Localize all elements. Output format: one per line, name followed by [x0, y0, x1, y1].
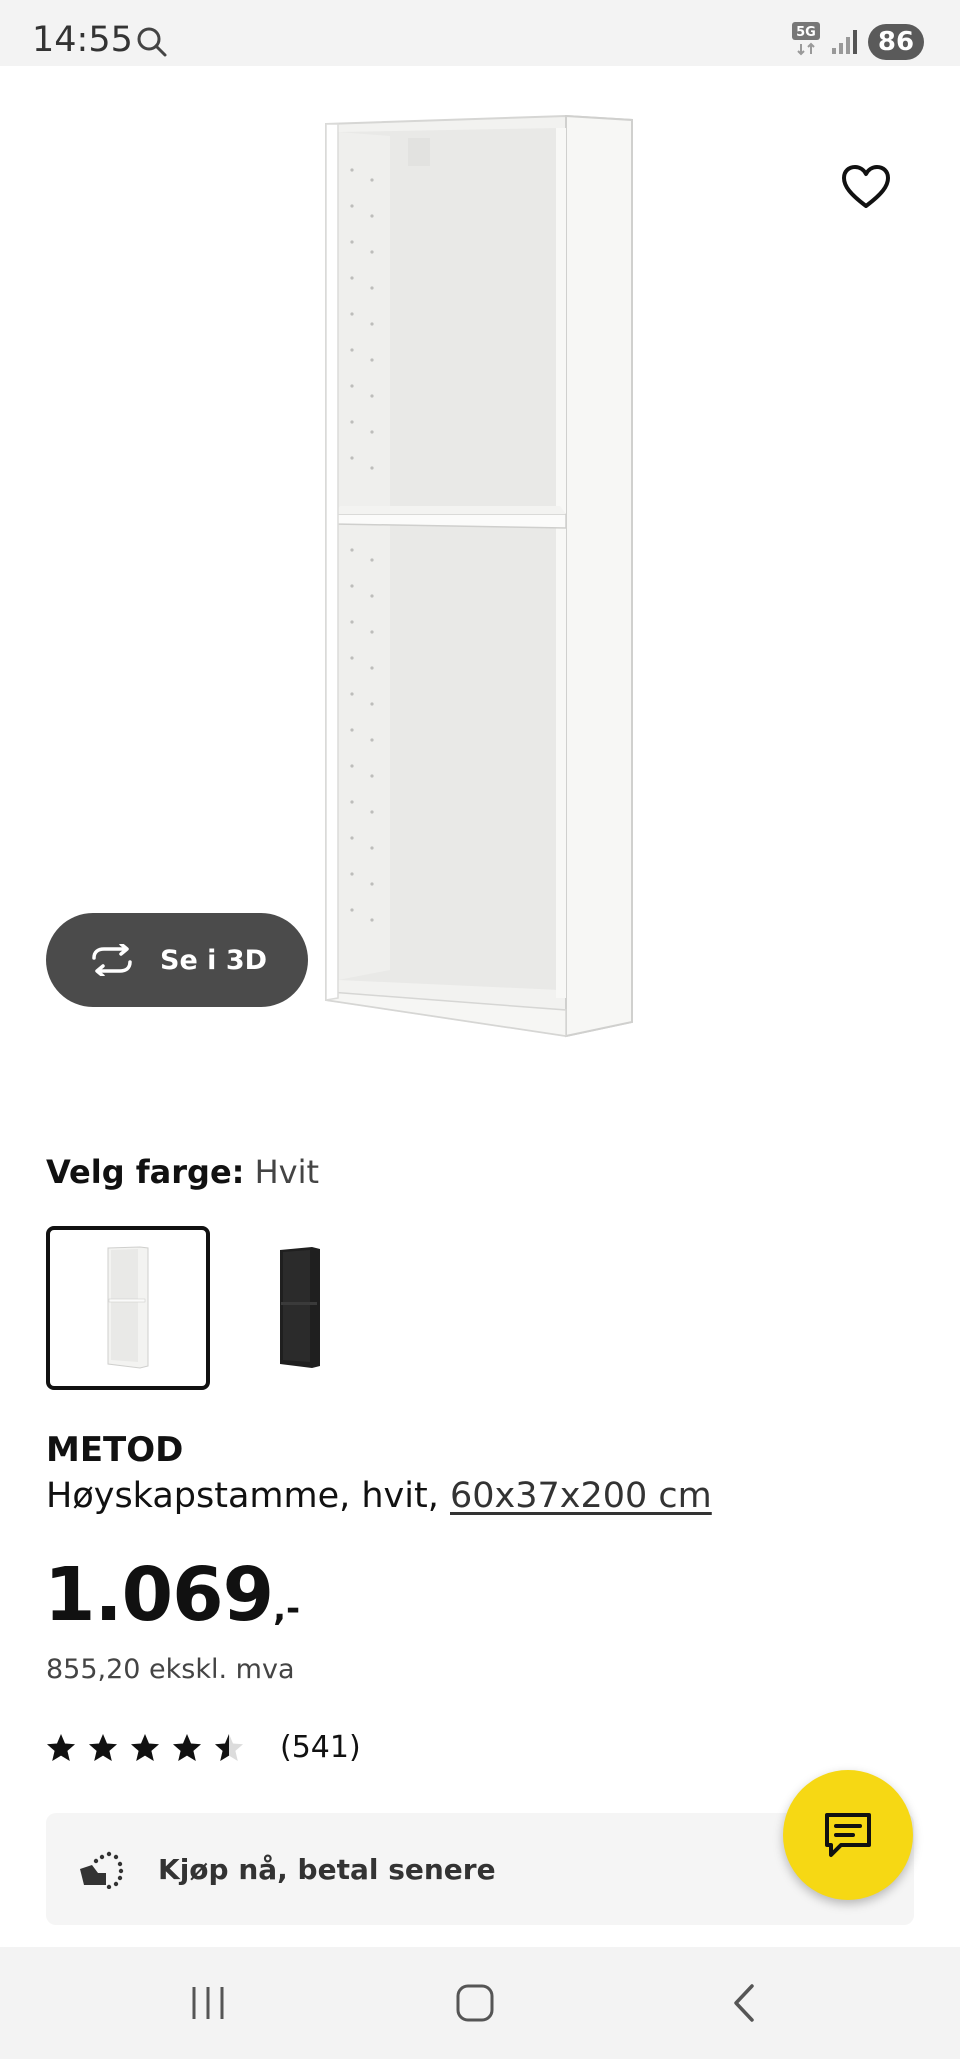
product-dimensions-link[interactable]: 60x37x200 cm [450, 1476, 712, 1516]
system-nav-bar [0, 1947, 960, 2059]
pay-later-label: Kjøp nå, betal senere [158, 1852, 496, 1886]
color-selector-label: Velg farge: Hvit [46, 1153, 319, 1191]
recent-apps-icon[interactable] [188, 1985, 228, 2021]
chat-button[interactable] [783, 1770, 913, 1900]
battery-indicator: 86 [868, 24, 924, 60]
rating-star [173, 1733, 201, 1761]
product-price: 1.069,- [44, 1552, 300, 1638]
network-5g-icon: 5G [792, 22, 820, 56]
product-name: METOD [46, 1430, 184, 1470]
status-bar: 14:55 5G 86 [0, 0, 960, 66]
rating-count: (541) [280, 1730, 361, 1765]
svg-text:5G: 5G [796, 25, 816, 40]
search-icon [137, 27, 167, 57]
color-value: Hvit [254, 1153, 320, 1191]
pay-later-icon [80, 1851, 124, 1889]
white-cabinet-thumbnail [107, 1246, 149, 1369]
color-swatch-white[interactable] [46, 1226, 210, 1390]
price-excl-vat: 855,20 ekskl. mva [46, 1654, 295, 1685]
status-time: 14:55 [32, 20, 133, 60]
rating-stars [46, 1733, 256, 1763]
rating-star [131, 1733, 159, 1761]
see-in-3d-button[interactable]: Se i 3D [46, 913, 308, 1007]
signal-icon [832, 30, 857, 54]
see-in-3d-label: Se i 3D [160, 944, 268, 976]
heart-icon[interactable] [840, 162, 892, 214]
home-icon[interactable] [455, 1983, 495, 2023]
black-cabinet-thumbnail [280, 1247, 320, 1368]
product-rating[interactable]: (541) [46, 1730, 361, 1765]
color-label: Velg farge: [46, 1153, 245, 1191]
price-amount: 1.069 [44, 1552, 274, 1638]
chat-icon [825, 1813, 871, 1857]
product-type: Høyskapstamme, hvit, [46, 1476, 439, 1516]
rating-star [89, 1733, 117, 1761]
product-image[interactable] [320, 110, 640, 1040]
rating-star [47, 1733, 75, 1761]
price-suffix: ,- [273, 1589, 301, 1629]
rating-star [215, 1733, 243, 1761]
back-icon[interactable] [730, 1983, 756, 2023]
rotate-3d-icon [92, 944, 132, 976]
color-swatch-black[interactable] [218, 1226, 382, 1390]
product-description: Høyskapstamme, hvit, 60x37x200 cm [46, 1476, 712, 1516]
